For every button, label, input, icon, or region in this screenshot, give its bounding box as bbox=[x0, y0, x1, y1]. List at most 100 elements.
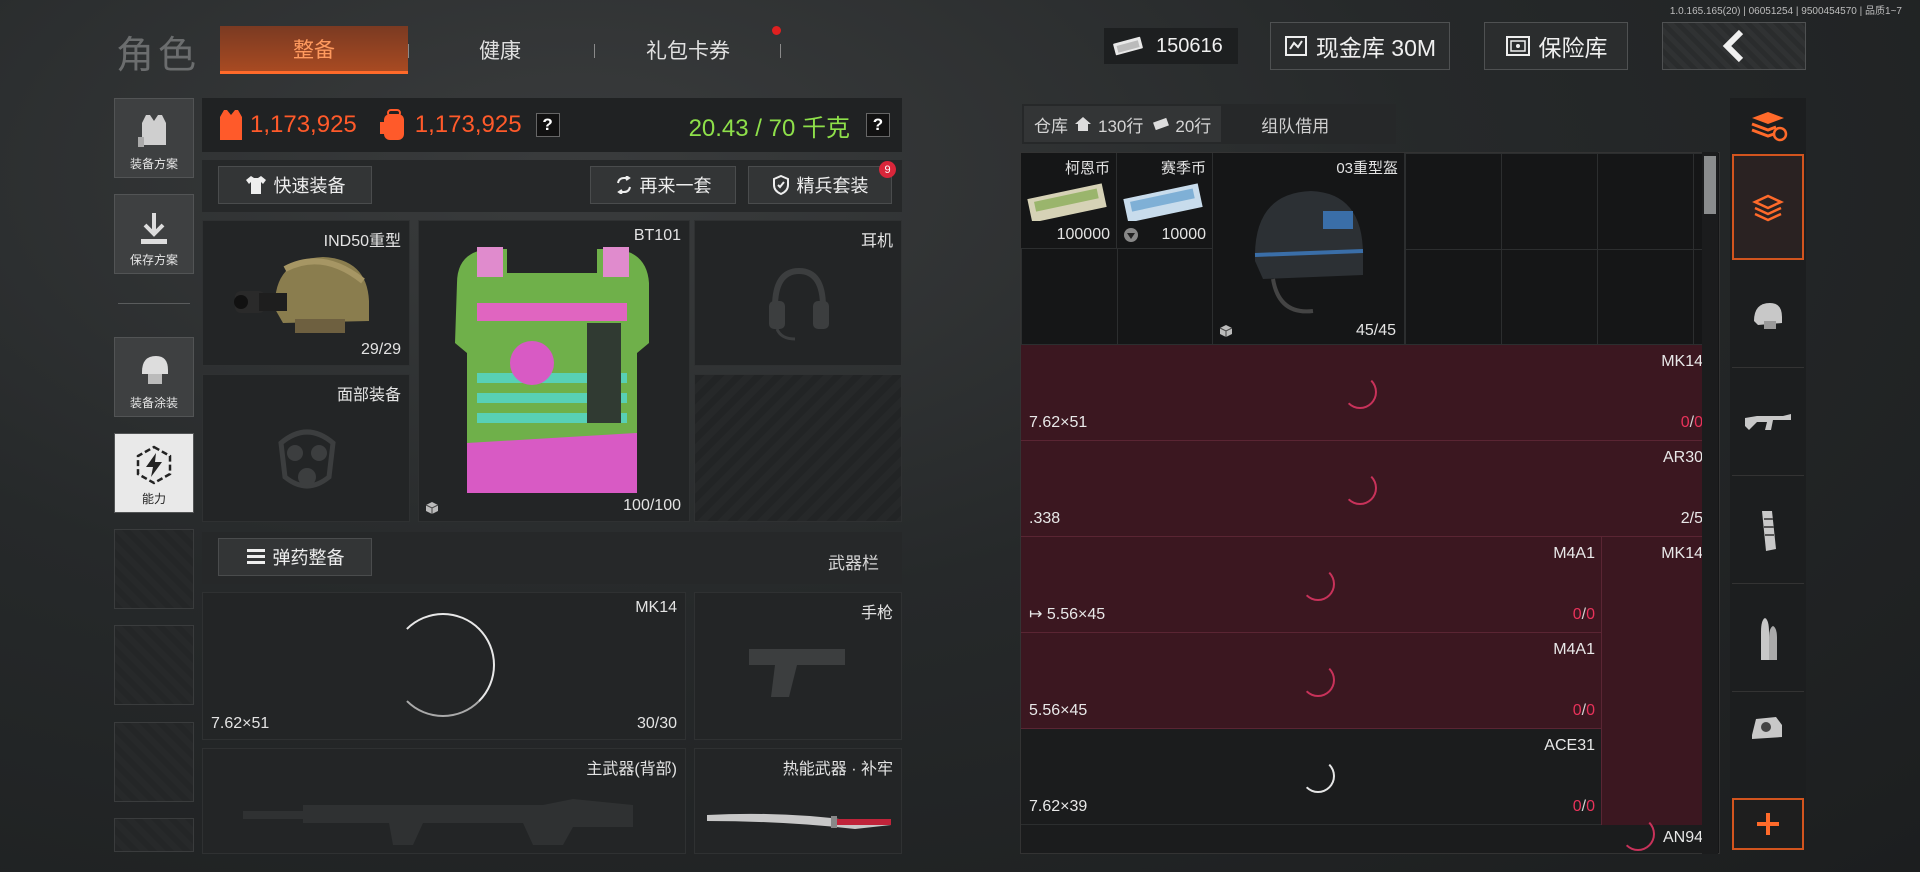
secondary-weapon-caliber: 7.62×51 bbox=[211, 715, 270, 732]
cash-stack-icon bbox=[1027, 183, 1107, 221]
notification-dot bbox=[772, 26, 781, 35]
bullet-icon bbox=[1761, 617, 1777, 660]
tab-divider bbox=[594, 44, 595, 58]
armor-value: 1,173,925 bbox=[250, 111, 357, 138]
category-rail bbox=[1730, 98, 1806, 850]
rail-magazine[interactable] bbox=[1732, 478, 1804, 584]
exit-arrow-icon: ↦ bbox=[1029, 606, 1043, 623]
add-category-button[interactable] bbox=[1732, 798, 1804, 850]
helmet-durability: 29/29 bbox=[360, 341, 401, 358]
loading-spinner-icon bbox=[1621, 817, 1655, 851]
face-gear-label: 面部装备 bbox=[336, 387, 401, 404]
mag-row-an94[interactable]: AN94 bbox=[1021, 825, 1709, 853]
elite-set-button[interactable]: 精兵套装 bbox=[748, 166, 892, 204]
safe-button[interactable]: 保险库 bbox=[1484, 22, 1628, 70]
item-cell-season-coin[interactable]: 赛季币 10000 bbox=[1117, 153, 1213, 249]
rail-ammo[interactable] bbox=[1732, 586, 1804, 692]
tab-divider bbox=[780, 44, 781, 58]
sort-button[interactable] bbox=[1732, 98, 1804, 152]
ammo-equip-button[interactable]: 弹药整备 bbox=[218, 538, 372, 576]
layers-icon bbox=[1752, 194, 1784, 222]
save-plan-button[interactable]: 保存方案 bbox=[114, 194, 194, 274]
tab-divider bbox=[408, 44, 409, 58]
save-plan-label: 保存方案 bbox=[129, 253, 178, 267]
cash-amount: 150616 bbox=[1156, 34, 1223, 57]
armor-slot[interactable]: BT101 100/100 bbox=[418, 220, 690, 522]
mag-side-column[interactable]: MK14 bbox=[1601, 537, 1709, 827]
chevron-left-icon bbox=[1722, 29, 1744, 63]
mag-name: M4A1 bbox=[1553, 545, 1595, 562]
rail-all-items[interactable] bbox=[1732, 154, 1804, 260]
rail-rifle[interactable] bbox=[1732, 370, 1804, 476]
tab-loadout[interactable]: 整备 bbox=[220, 26, 408, 74]
mag-name: AR30 bbox=[1662, 449, 1703, 466]
pistol-label: 手枪 bbox=[860, 605, 893, 622]
cash-vault-button[interactable]: 现金库 30M bbox=[1270, 22, 1450, 70]
weapon-bar-label: 武器栏 bbox=[828, 554, 879, 573]
warehouse-header: 仓库 130行 20行 组队借用 bbox=[1022, 104, 1396, 144]
save-download-icon bbox=[141, 213, 167, 244]
item-durability: 45/45 bbox=[1355, 322, 1396, 339]
armor-durability: 100/100 bbox=[623, 497, 681, 514]
helmet-slot[interactable]: IND50重型 29/29 bbox=[202, 220, 410, 366]
plus-icon bbox=[1757, 813, 1779, 835]
helmet-paint-icon bbox=[142, 356, 168, 384]
safe-icon bbox=[1505, 36, 1530, 56]
equipment-paint-button[interactable]: 装备涂装 bbox=[114, 337, 194, 417]
loadout-plan-button[interactable]: 装备方案 bbox=[114, 98, 194, 178]
tab-gift-coupons[interactable]: 礼包卡券 bbox=[598, 26, 778, 74]
face-gear-slot[interactable]: 面部装备 bbox=[202, 374, 410, 522]
rifle-silhouette-icon bbox=[243, 799, 633, 845]
value-help-button[interactable]: ? bbox=[535, 113, 560, 137]
mag-row-m4a1[interactable]: M4A1 5.56×45 0/0 bbox=[1021, 633, 1601, 729]
mag-row-ar30[interactable]: AR30 .338 2/5 bbox=[1021, 441, 1709, 537]
ability-button[interactable]: 能力 bbox=[114, 433, 194, 513]
cash-vault-icon bbox=[1284, 36, 1307, 56]
secondary-weapon-slot[interactable]: MK14 7.62×51 30/30 bbox=[202, 592, 686, 740]
rail-helmet[interactable] bbox=[1732, 262, 1804, 368]
headset-label: 耳机 bbox=[860, 233, 893, 250]
item-cell-heavy-helmet[interactable]: 03重型盔 45/45 bbox=[1213, 153, 1405, 345]
empty-cells bbox=[1405, 153, 1709, 345]
gas-mask-icon bbox=[278, 429, 336, 489]
mag-name: MK14 bbox=[1661, 353, 1703, 370]
primary-weapon-back-slot[interactable]: 主武器(背部) bbox=[202, 748, 686, 854]
back-button[interactable] bbox=[1662, 22, 1806, 70]
mag-row-ace31[interactable]: ACE31 7.62×39 0/0 bbox=[1021, 729, 1601, 825]
backpack-value: 1,173,925 bbox=[414, 111, 522, 138]
loading-spinner-icon bbox=[1343, 375, 1377, 409]
ammo-stack-icon bbox=[246, 549, 265, 564]
warehouse-tab[interactable]: 仓库 130行 20行 bbox=[1024, 106, 1222, 142]
lightning-hex-icon bbox=[136, 445, 172, 485]
loading-spinner-icon bbox=[1343, 471, 1377, 505]
mag-row-m4a1-equipped[interactable]: M4A1 ↦ 5.56×45 0/0 bbox=[1021, 537, 1601, 633]
backpack-value-icon bbox=[379, 109, 404, 140]
item-name: 赛季币 bbox=[1160, 160, 1206, 177]
weight-help-button[interactable]: ? bbox=[866, 113, 890, 137]
ammo-equip-label: 弹药整备 bbox=[272, 548, 345, 568]
another-set-button[interactable]: 再来一套 bbox=[590, 166, 736, 204]
scope-icon bbox=[1752, 717, 1782, 739]
tab-health[interactable]: 健康 bbox=[410, 26, 590, 74]
mag-name: ACE31 bbox=[1544, 737, 1595, 754]
rail-scope[interactable] bbox=[1732, 694, 1804, 762]
mag-name: AN94 bbox=[1662, 829, 1703, 846]
empty-sidebar-slot bbox=[114, 529, 194, 609]
katana-icon bbox=[707, 813, 891, 829]
secondary-weapon-name: MK14 bbox=[635, 599, 677, 616]
mag-row-mk14[interactable]: MK14 7.62×51 0/0 bbox=[1021, 345, 1709, 441]
refresh-icon bbox=[616, 176, 631, 194]
item-count: 10000 bbox=[1161, 226, 1207, 243]
item-cell-kern-coin[interactable]: 柯恩币 100000 bbox=[1021, 153, 1117, 249]
scrollbar-thumb[interactable] bbox=[1704, 156, 1716, 214]
rifle-icon bbox=[1745, 413, 1791, 430]
headset-slot[interactable]: 耳机 bbox=[694, 220, 902, 366]
loadout-plan-label: 装备方案 bbox=[129, 157, 178, 171]
team-borrow-tab[interactable]: 组队借用 bbox=[1261, 112, 1329, 137]
loading-spinner-icon bbox=[1301, 759, 1335, 793]
warehouse-tab-label: 仓库 bbox=[1034, 116, 1068, 136]
quick-equip-button[interactable]: 快速装备 bbox=[218, 166, 372, 204]
warehouse-scrollbar[interactable] bbox=[1702, 152, 1718, 854]
melee-slot[interactable]: 热能武器 · 补牢 bbox=[694, 748, 902, 854]
pistol-slot[interactable]: 手枪 bbox=[694, 592, 902, 740]
